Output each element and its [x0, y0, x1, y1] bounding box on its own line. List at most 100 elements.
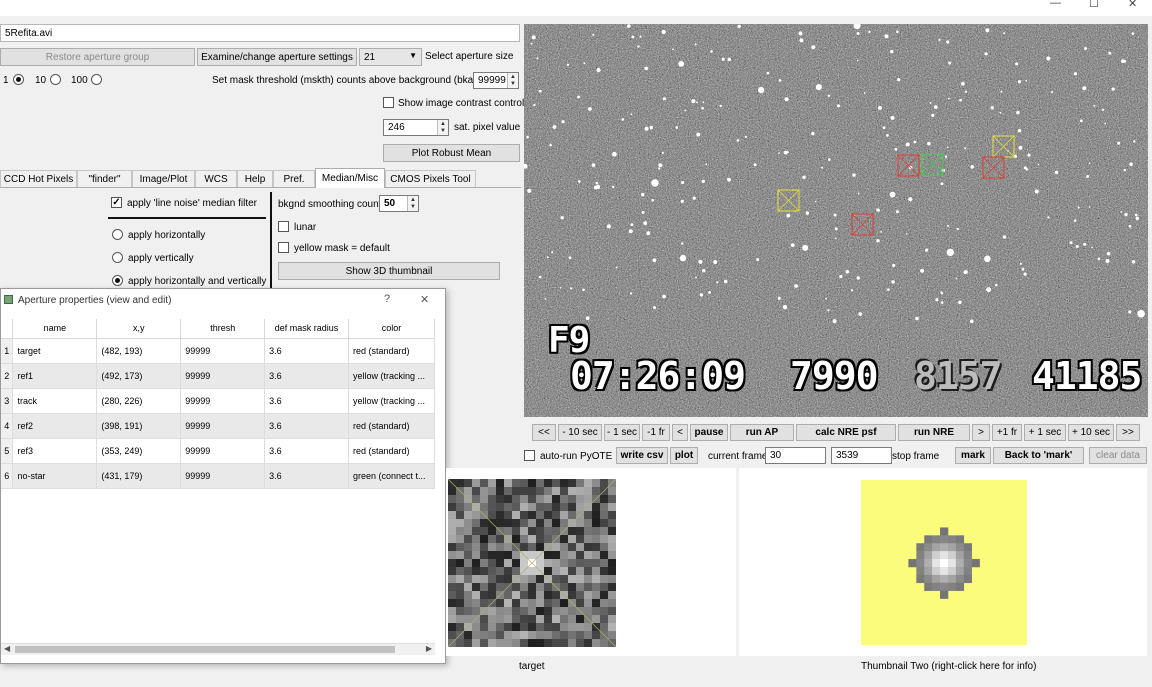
cell-xy[interactable]: (492, 173): [96, 363, 182, 389]
stop-frame-input[interactable]: 3539: [831, 447, 892, 464]
tab-help[interactable]: Help: [237, 170, 273, 187]
table-row[interactable]: 5 ref3 (353, 249) 99999 3.6 red (standar…: [1, 438, 436, 464]
bkgnd-smoothing-spinbox[interactable]: 50 ▲ ▼: [379, 195, 419, 212]
run-nre-button[interactable]: run NRE: [898, 424, 970, 441]
back-to-mark-button[interactable]: Back to 'mark': [993, 447, 1084, 464]
cell-thresh[interactable]: 99999: [180, 388, 266, 414]
spin-arrows-icon[interactable]: ▲ ▼: [437, 120, 448, 135]
thumbnail-one-image[interactable]: [448, 479, 616, 647]
thumbnail-one-panel[interactable]: [446, 468, 736, 656]
file-name-field[interactable]: 5Refita.avi: [0, 24, 520, 42]
cell-color[interactable]: red (standard): [348, 413, 436, 439]
cell-xy[interactable]: (280, 226): [96, 388, 182, 414]
cell-xy[interactable]: (431, 179): [96, 463, 182, 489]
auto-run-pyote-checkbox[interactable]: [524, 450, 535, 461]
column-header-radius[interactable]: def mask radius: [264, 319, 349, 339]
write-csv-button[interactable]: write csv: [616, 447, 668, 464]
cell-color[interactable]: green (connect t...: [348, 463, 436, 489]
plot-button[interactable]: plot: [670, 447, 698, 464]
table-row[interactable]: 6 no-star (431, 179) 99999 3.6 green (co…: [1, 463, 436, 489]
cell-radius[interactable]: 3.6: [264, 413, 349, 439]
close-icon[interactable]: ✕: [1128, 0, 1137, 10]
dialog-horizontal-scrollbar[interactable]: ◀ ▶: [1, 643, 435, 655]
cell-radius[interactable]: 3.6: [264, 338, 349, 364]
radio-1[interactable]: [13, 74, 24, 85]
cell-xy[interactable]: (482, 193): [96, 338, 182, 364]
table-row[interactable]: 3 track (280, 226) 99999 3.6 yellow (tra…: [1, 388, 436, 414]
column-header-xy[interactable]: x,y: [96, 319, 182, 339]
forward-10-sec-button[interactable]: + 10 sec: [1068, 424, 1114, 441]
run-ap-button[interactable]: run AP: [730, 424, 794, 441]
spin-arrows-icon[interactable]: ▲ ▼: [407, 196, 418, 211]
cell-thresh[interactable]: 99999: [180, 463, 266, 489]
radio-100[interactable]: [91, 74, 102, 85]
tab-pref[interactable]: Pref.: [273, 170, 315, 187]
cell-thresh[interactable]: 99999: [180, 338, 266, 364]
table-row[interactable]: 4 ref2 (398, 191) 99999 3.6 red (standar…: [1, 413, 436, 439]
line-noise-checkbox[interactable]: ✓: [111, 197, 122, 208]
cell-thresh[interactable]: 99999: [180, 438, 266, 464]
cell-name[interactable]: no-star: [12, 463, 98, 489]
table-row[interactable]: 2 ref1 (492, 173) 99999 3.6 yellow (trac…: [1, 363, 436, 389]
current-frame-input[interactable]: 30: [765, 447, 826, 464]
mark-button[interactable]: mark: [955, 447, 991, 464]
cell-name[interactable]: ref1: [12, 363, 98, 389]
tab-finder[interactable]: "finder": [77, 170, 132, 187]
cell-name[interactable]: ref3: [12, 438, 98, 464]
cell-thresh[interactable]: 99999: [180, 413, 266, 439]
calc-nre-psf-button[interactable]: calc NRE psf: [796, 424, 896, 441]
back-all-button[interactable]: <<: [532, 424, 556, 441]
examine-aperture-settings-button[interactable]: Examine/change aperture settings: [197, 48, 357, 66]
scroll-left-icon[interactable]: ◀: [4, 644, 10, 653]
cell-color[interactable]: yellow (tracking ...: [348, 363, 436, 389]
cell-radius[interactable]: 3.6: [264, 388, 349, 414]
tab-image-plot[interactable]: Image/Plot: [132, 170, 195, 187]
cell-color[interactable]: yellow (tracking ...: [348, 388, 436, 414]
forward-all-button[interactable]: >>: [1116, 424, 1140, 441]
show-contrast-checkbox[interactable]: [383, 97, 394, 108]
spin-arrows-icon[interactable]: ▲ ▼: [507, 73, 518, 88]
cell-name[interactable]: track: [12, 388, 98, 414]
restore-aperture-group-button[interactable]: Restore aperture group: [0, 48, 195, 66]
radio-horizontally[interactable]: [112, 229, 123, 240]
cell-color[interactable]: red (standard): [348, 338, 436, 364]
cell-name[interactable]: ref2: [12, 413, 98, 439]
back-10-sec-button[interactable]: - 10 sec: [558, 424, 602, 441]
tab-ccd-hot-pixels[interactable]: CCD Hot Pixels: [0, 170, 77, 187]
help-icon[interactable]: ?: [384, 293, 390, 305]
radio-10[interactable]: [50, 74, 61, 85]
forward-1-sec-button[interactable]: + 1 sec: [1024, 424, 1066, 441]
scroll-right-icon[interactable]: ▶: [426, 644, 432, 653]
thumbnail-two-panel[interactable]: [739, 468, 1147, 656]
cell-radius[interactable]: 3.6: [264, 363, 349, 389]
tab-cmos-pixels-tool[interactable]: CMOS Pixels Tool: [385, 170, 476, 187]
table-row[interactable]: 1 target (482, 193) 99999 3.6 red (stand…: [1, 338, 436, 364]
cell-color[interactable]: red (standard): [348, 438, 436, 464]
forward-1-frame-button[interactable]: +1 fr: [992, 424, 1022, 441]
maximize-icon[interactable]: ☐: [1089, 0, 1099, 10]
minimize-icon[interactable]: —: [1050, 0, 1061, 9]
column-header-name[interactable]: name: [12, 319, 98, 339]
aperture-size-select[interactable]: 21 ▼: [359, 48, 422, 66]
scrollbar-thumb[interactable]: [15, 646, 395, 653]
lunar-checkbox[interactable]: [278, 221, 289, 232]
plot-robust-mean-button[interactable]: Plot Robust Mean: [383, 144, 520, 162]
thumbnail-two-image[interactable]: [861, 480, 1027, 645]
sat-pixel-spinbox[interactable]: 246 ▲ ▼: [383, 119, 449, 136]
mask-threshold-spinbox[interactable]: 99999 ▲ ▼: [473, 72, 519, 89]
back-1-sec-button[interactable]: - 1 sec: [604, 424, 640, 441]
cell-xy[interactable]: (353, 249): [96, 438, 182, 464]
back-1-frame-button[interactable]: -1 fr: [642, 424, 670, 441]
pause-button[interactable]: pause: [690, 424, 728, 441]
cell-radius[interactable]: 3.6: [264, 438, 349, 464]
back-step-button[interactable]: <: [672, 424, 688, 441]
cell-thresh[interactable]: 99999: [180, 363, 266, 389]
close-icon[interactable]: ✕: [420, 293, 429, 306]
column-header-color[interactable]: color: [348, 319, 436, 339]
show-3d-thumbnail-button[interactable]: Show 3D thumbnail: [278, 262, 500, 280]
cell-radius[interactable]: 3.6: [264, 463, 349, 489]
cell-xy[interactable]: (398, 191): [96, 413, 182, 439]
tab-median-misc[interactable]: Median/Misc: [315, 168, 385, 188]
radio-vertically[interactable]: [112, 252, 123, 263]
forward-step-button[interactable]: >: [972, 424, 990, 441]
